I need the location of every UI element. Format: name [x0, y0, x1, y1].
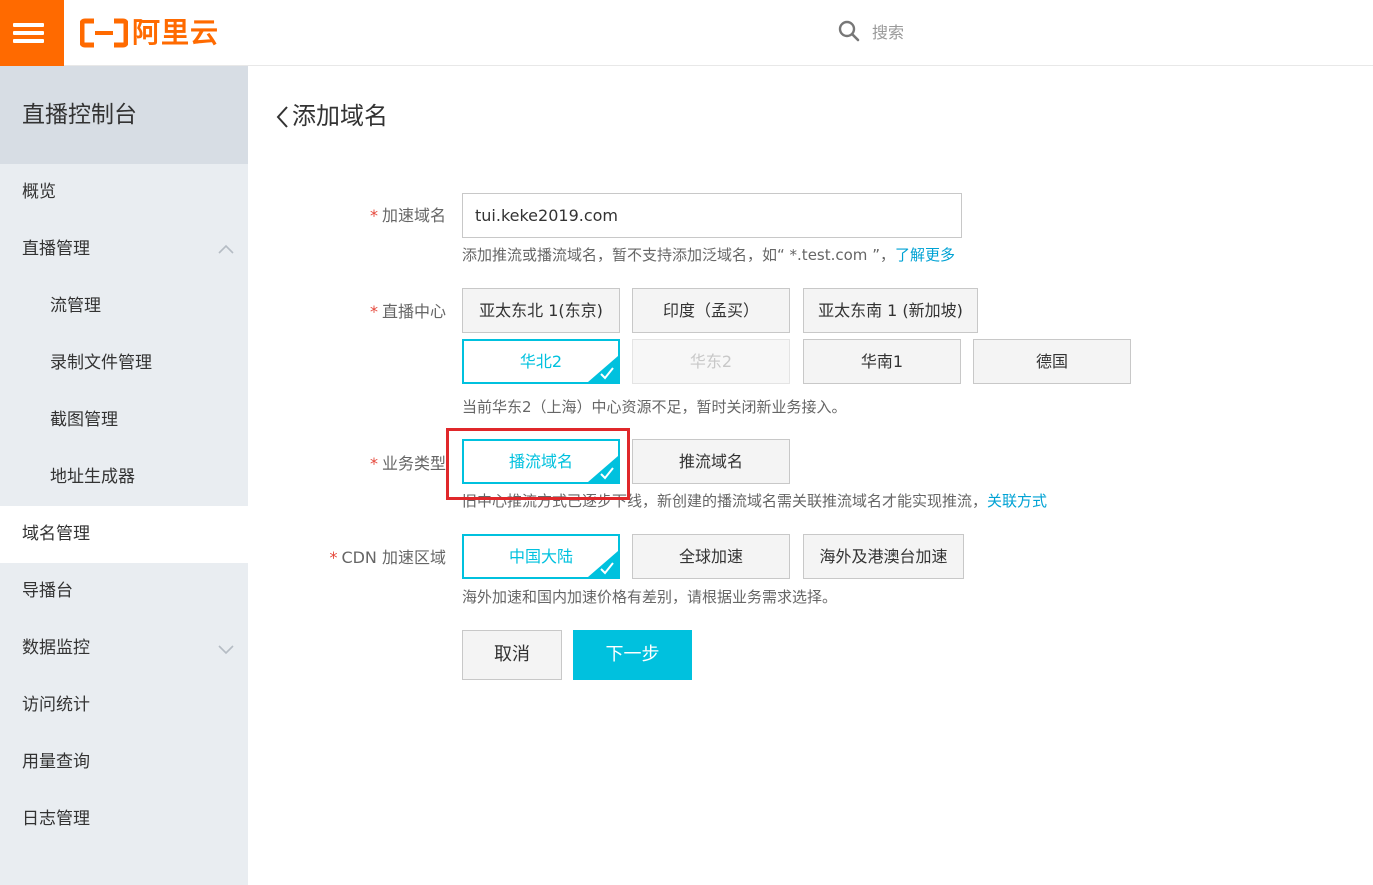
sidebar-item-log-management[interactable]: 日志管理	[0, 791, 248, 848]
main-content: 添加域名 *加速域名 添加推流或播流域名，暂不支持添加泛域名，如“ *.test…	[248, 66, 1373, 885]
brand-name: 阿里云	[132, 16, 220, 49]
option-label: 播流域名	[508, 452, 573, 471]
option-label: 印度（孟买）	[662, 301, 759, 320]
sidebar-item-label: 日志管理	[22, 809, 90, 829]
learn-more-link[interactable]: 了解更多	[895, 246, 955, 264]
option-label: 海外及港澳台加速	[819, 547, 948, 566]
business-option-push-domain[interactable]: 推流域名	[632, 439, 790, 484]
option-label: 推流域名	[678, 452, 743, 471]
sidebar-item-label: 导播台	[22, 581, 73, 601]
console-title: 直播控制台	[0, 66, 248, 164]
domain-hint-text: 添加推流或播流域名，暂不支持添加泛域名，如“ *.test.com ”，	[462, 246, 895, 264]
search-icon[interactable]	[838, 20, 860, 42]
option-label: 亚太东南 1 (新加坡)	[818, 301, 963, 320]
center-hint: 当前华东2（上海）中心资源不足，暂时关闭新业务接入。	[462, 398, 847, 416]
sidebar-item-domain-management[interactable]: 域名管理	[0, 506, 248, 563]
option-label: 全球加速	[678, 547, 743, 566]
domain-label-text: 加速域名	[381, 206, 446, 225]
top-bar: 阿里云 搜索	[0, 0, 1373, 66]
back-link[interactable]: 添加域名	[274, 96, 388, 131]
sidebar-item-label: 数据监控	[22, 638, 90, 658]
cdn-label: * CDN 加速区域	[329, 544, 446, 568]
center-label-text: 直播中心	[381, 302, 446, 321]
sidebar-item-snapshots[interactable]: 截图管理	[0, 392, 248, 449]
association-method-link[interactable]: 关联方式	[987, 492, 1047, 510]
aliyun-logo[interactable]: 阿里云	[80, 14, 219, 52]
sidebar-item-label: 访问统计	[22, 695, 90, 715]
option-label: 华东2	[689, 352, 733, 371]
sidebar-item-data-monitoring[interactable]: 数据监控	[0, 620, 248, 677]
sidebar-item-url-generator[interactable]: 地址生成器	[0, 449, 248, 506]
center-option-tokyo[interactable]: 亚太东北 1(东京)	[462, 288, 620, 333]
option-label: 中国大陆	[508, 547, 573, 566]
domain-hint: 添加推流或播流域名，暂不支持添加泛域名，如“ *.test.com ”，了解更多	[462, 244, 955, 265]
center-option-north-china-2[interactable]: 华北2	[462, 339, 620, 384]
option-label: 华南1	[860, 352, 904, 371]
sidebar-item-label: 流管理	[50, 296, 101, 316]
cdn-option-mainland[interactable]: 中国大陆	[462, 534, 620, 579]
check-corner-icon	[588, 551, 618, 577]
check-corner-icon	[588, 456, 618, 482]
page-title: 添加域名	[292, 102, 388, 130]
option-label: 德国	[1035, 352, 1068, 371]
business-label: * 业务类型	[370, 450, 446, 474]
center-option-mumbai[interactable]: 印度（孟买）	[632, 288, 790, 333]
sidebar-item-director[interactable]: 导播台	[0, 563, 248, 620]
business-option-play-domain[interactable]: 播流域名	[462, 439, 620, 484]
sidebar-item-label: 用量查询	[22, 752, 90, 772]
domain-input[interactable]	[462, 193, 962, 238]
business-label-text: 业务类型	[381, 454, 446, 473]
cdn-hint: 海外加速和国内加速价格有差别，请根据业务需求选择。	[462, 588, 838, 606]
aliyun-logo-mark-icon	[80, 18, 128, 48]
sidebar: 直播控制台 概览 直播管理 流管理 录制文件管理 截图管理 地址生成器 域名管理…	[0, 66, 248, 885]
required-mark: *	[369, 302, 378, 321]
sidebar-item-stream-management[interactable]: 流管理	[0, 278, 248, 335]
next-step-button[interactable]: 下一步	[573, 630, 692, 680]
sidebar-item-live-management[interactable]: 直播管理	[0, 221, 248, 278]
sidebar-item-overview[interactable]: 概览	[0, 164, 248, 221]
center-option-south-china-1[interactable]: 华南1	[803, 339, 961, 384]
sidebar-item-label: 直播管理	[22, 239, 90, 259]
chevron-up-icon	[218, 244, 234, 254]
required-mark: *	[329, 548, 338, 567]
required-mark: *	[369, 206, 378, 225]
sidebar-item-label: 截图管理	[50, 410, 118, 430]
sidebar-item-recording-files[interactable]: 录制文件管理	[0, 335, 248, 392]
center-label: * 直播中心	[370, 298, 446, 322]
search-placeholder[interactable]: 搜索	[872, 19, 904, 43]
chevron-left-icon[interactable]	[274, 99, 290, 129]
sidebar-item-label: 域名管理	[22, 524, 90, 544]
cdn-option-overseas[interactable]: 海外及港澳台加速	[803, 534, 964, 579]
sidebar-item-access-statistics[interactable]: 访问统计	[0, 677, 248, 734]
check-corner-icon	[588, 356, 618, 382]
chevron-down-icon	[218, 645, 234, 655]
search-box[interactable]: 搜索	[838, 16, 904, 46]
sidebar-item-usage-query[interactable]: 用量查询	[0, 734, 248, 791]
required-mark: *	[369, 454, 378, 473]
menu-icon[interactable]	[0, 0, 64, 66]
option-label: 亚太东北 1(东京)	[479, 301, 603, 320]
sidebar-item-label: 概览	[22, 182, 56, 202]
cancel-button[interactable]: 取消	[462, 630, 562, 680]
center-option-germany[interactable]: 德国	[973, 339, 1131, 384]
cdn-label-text: CDN 加速区域	[341, 548, 446, 567]
center-option-east-china-2[interactable]: 华东2	[632, 339, 790, 384]
cdn-option-global[interactable]: 全球加速	[632, 534, 790, 579]
business-hint-text: 旧中心推流方式已逐步下线，新创建的播流域名需关联推流域名才能实现推流，	[462, 492, 988, 510]
domain-label: * 加速域名	[370, 202, 446, 226]
sidebar-item-label: 地址生成器	[50, 467, 135, 487]
option-label: 华北2	[519, 352, 563, 371]
business-hint: 旧中心推流方式已逐步下线，新创建的播流域名需关联推流域名才能实现推流，关联方式	[462, 490, 1047, 511]
sidebar-item-label: 录制文件管理	[50, 353, 152, 373]
center-option-singapore[interactable]: 亚太东南 1 (新加坡)	[803, 288, 978, 333]
